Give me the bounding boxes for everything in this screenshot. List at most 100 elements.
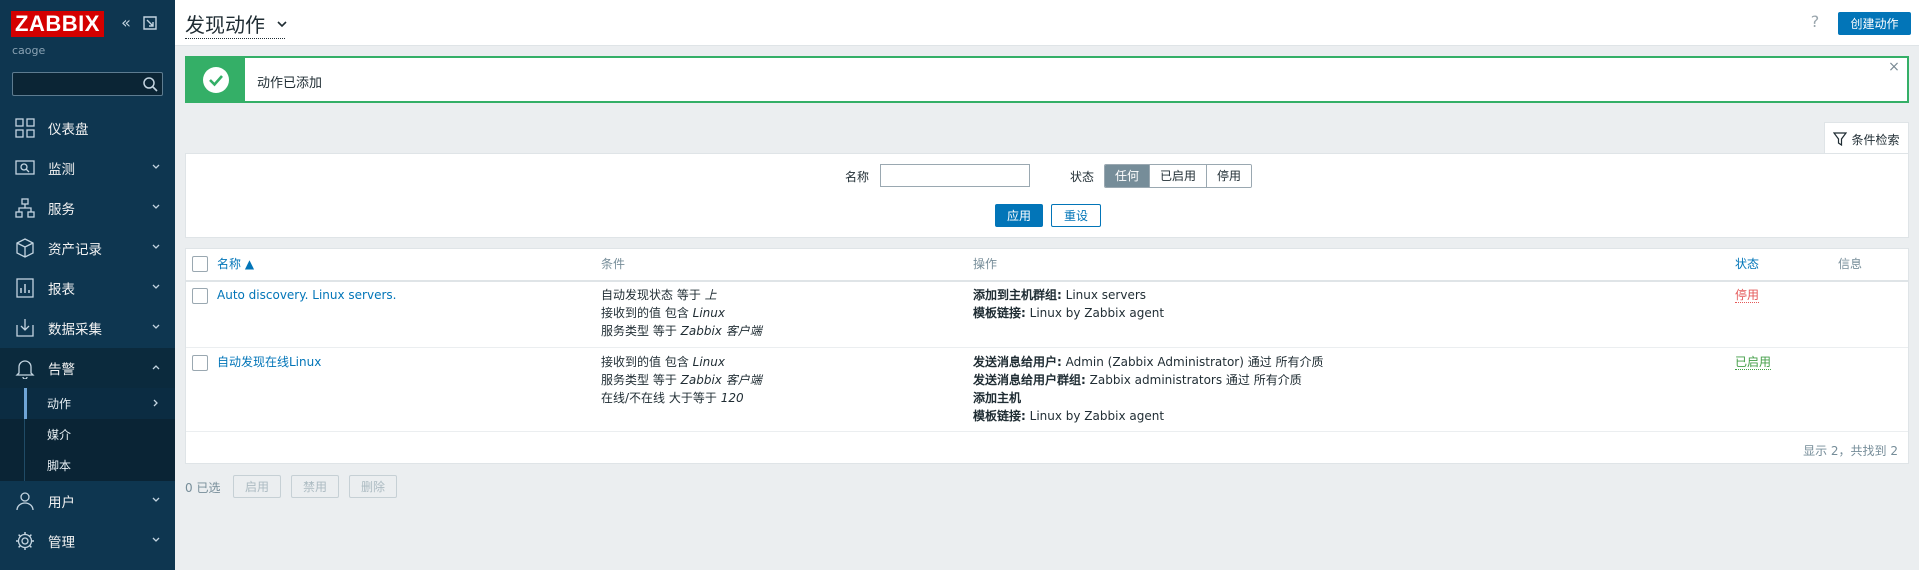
page-title-dropdown[interactable]: 发现动作 bbox=[185, 9, 285, 39]
chevron-down-icon bbox=[152, 284, 160, 289]
condition-line: 在线/不在线 大于等于 120 bbox=[601, 391, 744, 405]
filter-tab-label: 条件检索 bbox=[1851, 132, 1900, 147]
menu-item-administration[interactable]: 管理 bbox=[0, 521, 175, 561]
row-checkbox[interactable] bbox=[192, 288, 208, 304]
menu-label: 告警 bbox=[48, 362, 75, 378]
menu-item-users[interactable]: 用户 bbox=[0, 481, 175, 521]
server-name: caoge bbox=[12, 44, 46, 57]
column-header-conditions: 条件 bbox=[601, 257, 626, 271]
status-option-disabled[interactable]: 停用 bbox=[1207, 165, 1252, 187]
page-title: 发现动作 bbox=[185, 13, 265, 37]
status-filter-toggle: 任何 已启用 停用 bbox=[1104, 164, 1253, 188]
menu-item-alerts[interactable]: 告警 bbox=[0, 348, 175, 388]
column-header-operations: 操作 bbox=[973, 257, 998, 271]
inventory-icon bbox=[16, 238, 34, 258]
condition-line: 接收到的值 包含 Linux bbox=[601, 306, 725, 320]
menu-item-reports[interactable]: 报表 bbox=[0, 268, 175, 308]
data-collection-icon bbox=[16, 319, 34, 337]
condition-line: 自动发现状态 等于 上 bbox=[601, 288, 717, 302]
disable-selected-button[interactable]: 禁用 bbox=[291, 475, 339, 498]
operation-line: 添加到主机群组: Linux servers bbox=[973, 288, 1147, 302]
menu-item-dashboard[interactable]: 仪表盘 bbox=[0, 108, 175, 148]
dashboard-icon bbox=[15, 118, 35, 138]
selected-count: 0 已选 bbox=[185, 481, 221, 495]
reset-button[interactable]: 重设 bbox=[1051, 204, 1101, 227]
collapse-sidebar-icon[interactable]: « bbox=[117, 14, 135, 32]
check-circle-icon bbox=[203, 67, 229, 93]
search-icon[interactable] bbox=[142, 76, 158, 92]
name-filter-label: 名称 bbox=[845, 170, 870, 184]
column-header-name[interactable]: 名称 ▲ bbox=[217, 249, 254, 280]
monitoring-icon bbox=[15, 160, 35, 175]
menu-label: 资产记录 bbox=[48, 242, 102, 258]
operation-line: 发送消息给用户: Admin (Zabbix Administrator) 通过… bbox=[973, 355, 1324, 369]
table-stats: 显示 2，共找到 2 bbox=[1803, 444, 1898, 458]
action-conditions: 接收到的值 包含 Linux 服务类型 等于 Zabbix 客户端 在线/不在线… bbox=[601, 353, 762, 407]
menu-label: 用户 bbox=[48, 495, 75, 511]
submenu-item-media[interactable]: 媒介 bbox=[0, 419, 175, 450]
menu-item-monitoring[interactable]: 监测 bbox=[0, 148, 175, 188]
menu-label: 数据采集 bbox=[48, 322, 102, 338]
operation-line: 模板链接: Linux by Zabbix agent bbox=[973, 409, 1165, 423]
column-header-info: 信息 bbox=[1838, 257, 1863, 271]
sidebar-search-input[interactable] bbox=[13, 73, 138, 95]
sidebar-search bbox=[12, 72, 163, 96]
column-header-status[interactable]: 状态 bbox=[1735, 249, 1759, 280]
condition-line: 服务类型 等于 Zabbix 客户端 bbox=[601, 324, 762, 338]
filter-icon bbox=[1833, 132, 1848, 146]
menu-item-data-collection[interactable]: 数据采集 bbox=[0, 308, 175, 348]
submenu-label: 脚本 bbox=[47, 459, 72, 473]
chevron-down-icon bbox=[152, 497, 160, 502]
gear-icon bbox=[16, 532, 34, 550]
chevron-up-icon bbox=[152, 365, 160, 370]
enable-selected-button[interactable]: 启用 bbox=[233, 475, 281, 498]
services-icon bbox=[15, 198, 35, 218]
action-conditions: 自动发现状态 等于 上 接收到的值 包含 Linux 服务类型 等于 Zabbi… bbox=[601, 286, 762, 340]
status-option-any[interactable]: 任何 bbox=[1105, 165, 1151, 187]
menu-item-services[interactable]: 服务 bbox=[0, 188, 175, 228]
delete-selected-button[interactable]: 删除 bbox=[349, 475, 397, 498]
zabbix-logo[interactable]: ZABBIX bbox=[11, 11, 104, 37]
select-all-checkbox[interactable] bbox=[192, 256, 208, 272]
alerts-submenu: 动作 媒介 脚本 bbox=[0, 388, 175, 481]
menu-label: 报表 bbox=[48, 282, 75, 298]
operation-line: 模板链接: Linux by Zabbix agent bbox=[973, 306, 1165, 320]
chevron-down-icon bbox=[152, 537, 160, 542]
menu-item-inventory[interactable]: 资产记录 bbox=[0, 228, 175, 268]
menu-label: 服务 bbox=[48, 202, 75, 218]
chevron-down-icon[interactable] bbox=[276, 18, 288, 30]
chevron-right-icon bbox=[153, 399, 158, 407]
filter-tab[interactable]: 条件检索 bbox=[1824, 122, 1909, 155]
close-icon[interactable]: × bbox=[1887, 60, 1901, 74]
action-operations: 添加到主机群组: Linux servers 模板链接: Linux by Za… bbox=[973, 286, 1164, 322]
submenu-label: 动作 bbox=[47, 397, 72, 411]
bell-icon bbox=[15, 360, 35, 379]
row-checkbox[interactable] bbox=[192, 355, 208, 371]
status-toggle-enabled[interactable]: 已启用 bbox=[1735, 355, 1772, 370]
apply-button[interactable]: 应用 bbox=[995, 204, 1043, 227]
action-operations: 发送消息给用户: Admin (Zabbix Administrator) 通过… bbox=[973, 353, 1324, 425]
status-toggle-disabled[interactable]: 停用 bbox=[1735, 288, 1760, 303]
main-menu: 仪表盘 监测 服务 资产记录 报表 数据采集 告警 动作 媒介 脚本 用户 管理 bbox=[0, 108, 175, 561]
status-cell: 停用 bbox=[1735, 286, 1760, 304]
kiosk-mode-icon[interactable] bbox=[141, 14, 159, 32]
action-name-link[interactable]: 自动发现在线Linux bbox=[217, 353, 321, 371]
submenu-item-actions[interactable]: 动作 bbox=[0, 388, 175, 419]
message-text: 动作已添加 bbox=[257, 76, 323, 91]
status-filter-label: 状态 bbox=[1070, 170, 1095, 184]
menu-label: 管理 bbox=[48, 535, 75, 551]
status-cell: 已启用 bbox=[1735, 353, 1772, 371]
name-filter-input[interactable] bbox=[880, 164, 1030, 187]
operation-line: 发送消息给用户群组: Zabbix administrators 通过 所有介质 bbox=[973, 373, 1302, 387]
menu-label: 仪表盘 bbox=[48, 122, 89, 138]
reports-icon bbox=[16, 278, 34, 298]
status-option-enabled[interactable]: 已启用 bbox=[1150, 165, 1208, 187]
submenu-item-scripts[interactable]: 脚本 bbox=[0, 450, 175, 481]
menu-label: 监测 bbox=[48, 162, 75, 178]
help-icon[interactable]: ? bbox=[1807, 12, 1823, 32]
action-name-link[interactable]: Auto discovery. Linux servers. bbox=[217, 286, 396, 304]
users-icon bbox=[16, 492, 34, 511]
filter-panel: 名称 状态 任何 已启用 停用 应用 重设 bbox=[185, 153, 1909, 238]
sidebar: ZABBIX « caoge 仪表盘 监测 服务 资产记录 报表 数据采集 告警… bbox=[0, 0, 175, 570]
create-action-button[interactable]: 创建动作 bbox=[1838, 12, 1911, 35]
